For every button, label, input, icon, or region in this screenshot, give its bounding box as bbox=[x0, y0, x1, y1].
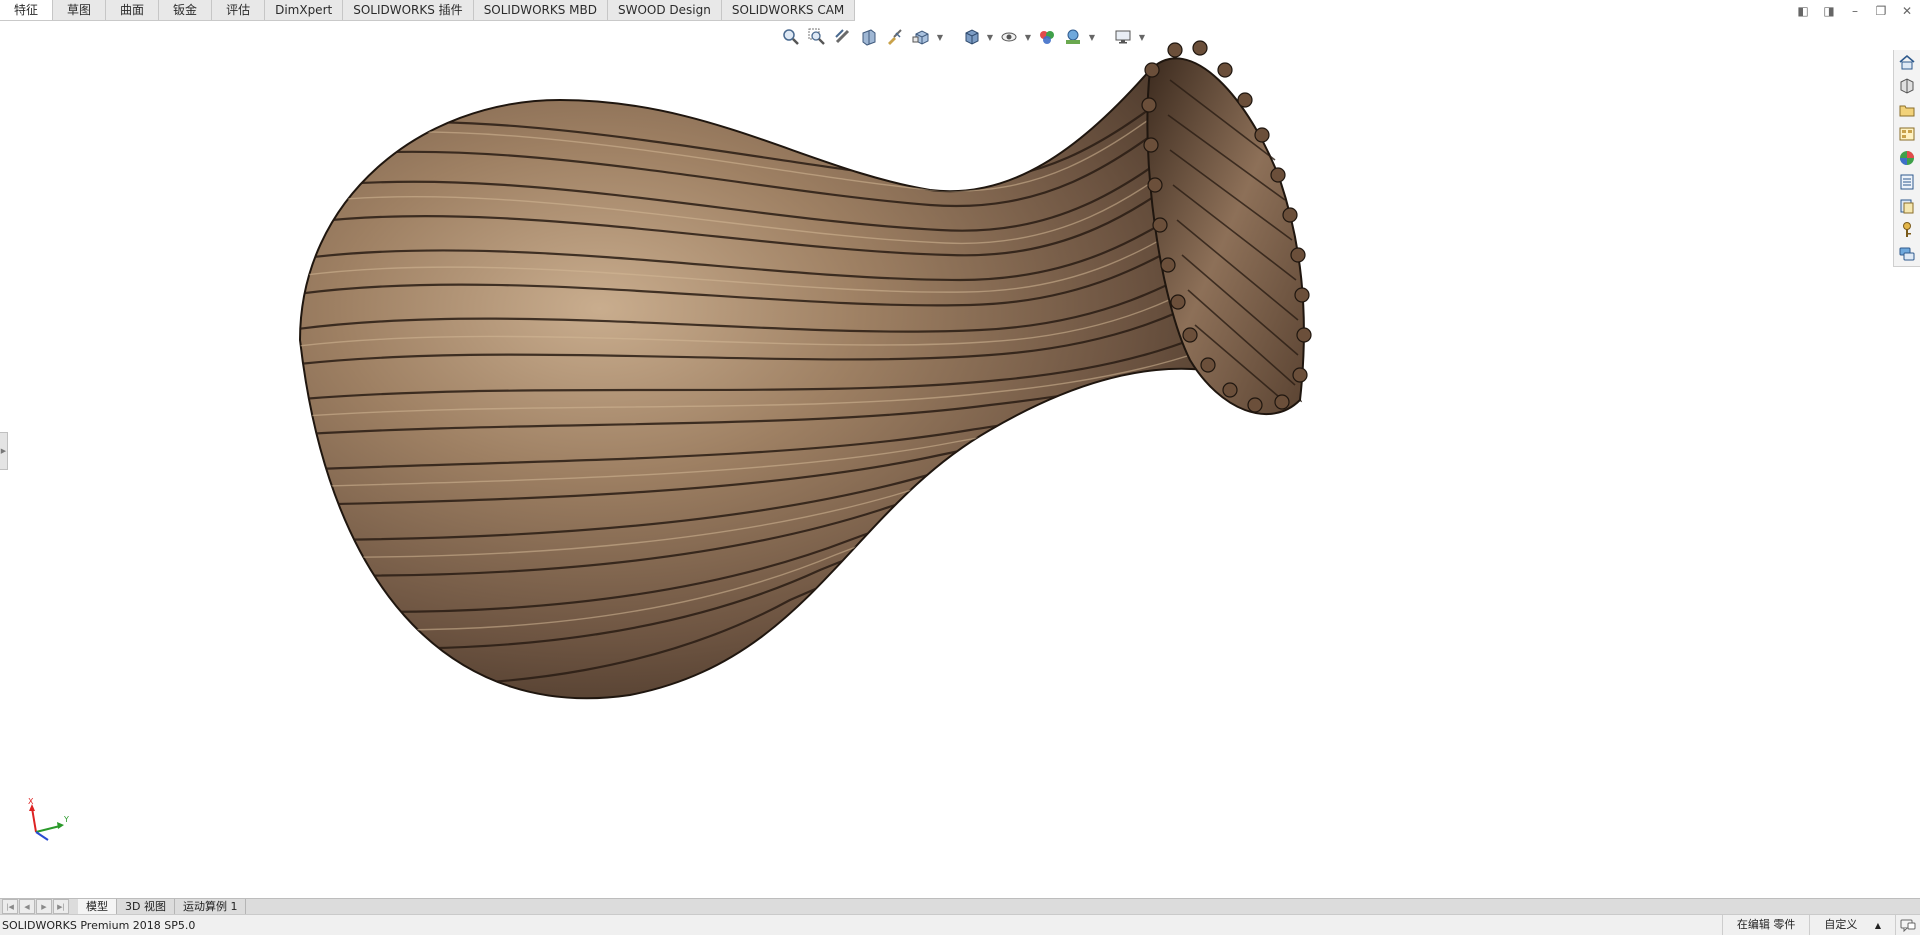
tab-solidworks-mbd[interactable]: SOLIDWORKS MBD bbox=[474, 0, 608, 20]
vase-model bbox=[298, 40, 1312, 700]
tile-right-icon[interactable]: ◨ bbox=[1816, 0, 1842, 22]
status-bar: SOLIDWORKS Premium 2018 SP5.0 在编辑 零件 自定义… bbox=[0, 914, 1920, 935]
triad-z-axis bbox=[35, 831, 49, 841]
close-button[interactable]: ✕ bbox=[1894, 0, 1920, 22]
unit-system[interactable]: 自定义 ▲ bbox=[1809, 915, 1895, 935]
tab-evaluate[interactable]: 评估 bbox=[212, 0, 266, 20]
reference-triad: X Y bbox=[20, 796, 76, 848]
tab-model[interactable]: 模型 bbox=[78, 899, 117, 914]
tab-sketch[interactable]: 草图 bbox=[53, 0, 107, 20]
first-tab-icon[interactable]: |◀ bbox=[2, 899, 18, 914]
prev-tab-icon[interactable]: ◀ bbox=[19, 899, 35, 914]
tab-swood-design[interactable]: SWOOD Design bbox=[608, 0, 722, 20]
triad-x-label: X bbox=[28, 797, 34, 806]
tab-solidworks-cam[interactable]: SOLIDWORKS CAM bbox=[722, 0, 856, 20]
graphics-area[interactable] bbox=[290, 40, 1610, 860]
command-manager-tabs: 特征 草图 曲面 钣金 评估 DimXpert SOLIDWORKS 插件 SO… bbox=[0, 0, 856, 21]
tab-3d-views[interactable]: 3D 视图 bbox=[117, 899, 175, 914]
3d-content-icon[interactable] bbox=[1894, 74, 1920, 98]
triad-x-axis bbox=[31, 807, 37, 833]
feature-manager-expand-handle[interactable]: ▶ bbox=[0, 432, 8, 470]
tab-dimxpert[interactable]: DimXpert bbox=[265, 0, 344, 20]
home-icon[interactable] bbox=[1894, 50, 1920, 74]
tile-left-icon[interactable]: ◧ bbox=[1790, 0, 1816, 22]
triad-y-axis bbox=[35, 825, 61, 833]
tab-solidworks-addins[interactable]: SOLIDWORKS 插件 bbox=[343, 0, 474, 20]
next-tab-icon[interactable]: ▶ bbox=[36, 899, 52, 914]
file-explorer-icon[interactable] bbox=[1894, 98, 1920, 122]
bottom-tab-bar: |◀ ◀ ▶ ▶| 模型 3D 视图 运动算例 1 bbox=[0, 898, 1920, 914]
task-pane bbox=[1893, 50, 1920, 267]
window-controls: ◧ ◨ – ❐ ✕ bbox=[1790, 0, 1920, 22]
unit-system-arrow-icon: ▲ bbox=[1874, 921, 1881, 930]
custom-properties-icon[interactable] bbox=[1894, 170, 1920, 194]
tab-surfaces[interactable]: 曲面 bbox=[106, 0, 160, 20]
tab-motion-study-1[interactable]: 运动算例 1 bbox=[175, 899, 247, 914]
library-icon[interactable] bbox=[1894, 194, 1920, 218]
view-palette-icon[interactable] bbox=[1894, 122, 1920, 146]
editing-status: 在编辑 零件 bbox=[1721, 915, 1810, 935]
forum-icon[interactable] bbox=[1894, 242, 1920, 266]
maximize-button[interactable]: ❐ bbox=[1868, 0, 1894, 22]
last-tab-icon[interactable]: ▶| bbox=[53, 899, 69, 914]
unit-system-label: 自定义 bbox=[1824, 918, 1858, 931]
tab-scroll-buttons: |◀ ◀ ▶ ▶| bbox=[2, 899, 70, 914]
rebuild-status-icon[interactable] bbox=[1895, 915, 1920, 935]
triad-y-label: Y bbox=[63, 815, 69, 824]
tab-sheet-metal[interactable]: 钣金 bbox=[159, 0, 213, 20]
appearances-icon[interactable] bbox=[1894, 146, 1920, 170]
tab-features[interactable]: 特征 bbox=[0, 0, 54, 20]
minimize-button[interactable]: – bbox=[1842, 0, 1868, 22]
key-icon[interactable] bbox=[1894, 218, 1920, 242]
app-version: SOLIDWORKS Premium 2018 SP5.0 bbox=[2, 918, 196, 932]
